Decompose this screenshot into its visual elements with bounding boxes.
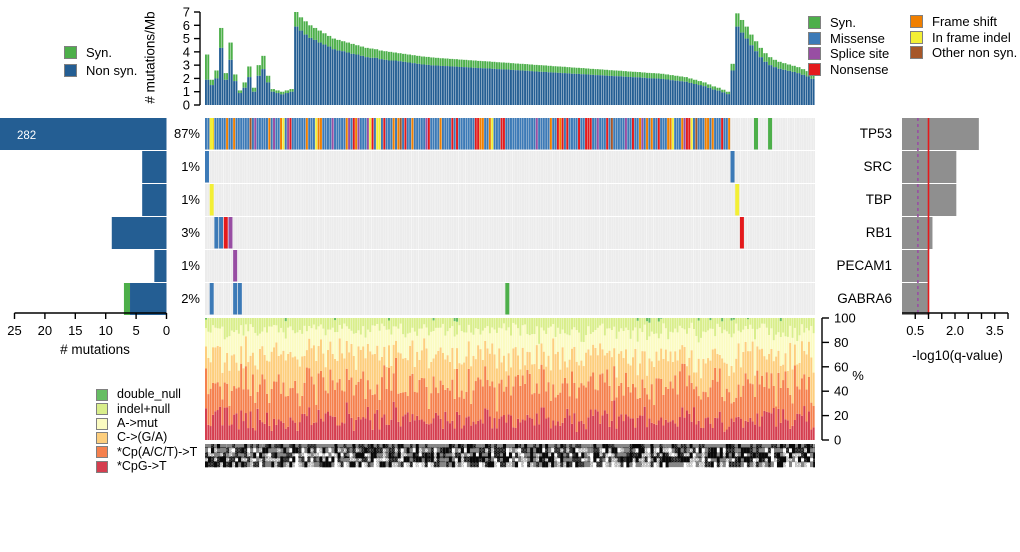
svg-text:2.0: 2.0 <box>946 323 964 338</box>
legend-item: In frame indel <box>910 29 1011 43</box>
svg-text:80: 80 <box>834 335 848 350</box>
legend-item: Syn. <box>808 14 856 28</box>
legend-swatch-inframe <box>910 31 923 44</box>
percent-axis-label: % <box>848 368 868 383</box>
legend-label: Missense <box>830 32 885 45</box>
legend-item: C->(G/A) <box>96 429 167 443</box>
svg-text:282: 282 <box>17 130 36 142</box>
svg-text:20: 20 <box>834 408 848 423</box>
legend-item: Nonsense <box>808 61 889 75</box>
legend-swatch-other <box>910 46 923 59</box>
svg-text:60: 60 <box>834 359 848 374</box>
svg-text:4: 4 <box>183 44 190 59</box>
mutation-count-chart: 282 <box>0 118 205 318</box>
legend-label: *Cp(A/C/T)->T <box>117 446 197 459</box>
legend-item: *CpG->T <box>96 458 167 472</box>
mutsig-comut-figure: 01234567 # mutations/Mb Syn.Non syn. Syn… <box>0 0 1020 552</box>
oncoprint-matrix-cells <box>205 118 815 316</box>
legend-label: Splice site <box>830 47 889 60</box>
legend-label: *CpG->T <box>117 460 167 473</box>
legend-swatch-*CpG->T <box>96 461 108 473</box>
signature-chart <box>205 318 815 440</box>
svg-text:1: 1 <box>183 84 190 99</box>
legend-swatch-splice <box>808 47 821 60</box>
gene-label-RB1: RB1 <box>828 225 892 240</box>
legend-swatch-double_null <box>96 389 108 401</box>
legend-swatch-A->mut <box>96 418 108 430</box>
legend-item: Other non syn. <box>910 44 1017 58</box>
legend-swatch-syn <box>64 46 77 59</box>
legend-label: Nonsense <box>830 63 889 76</box>
legend-label: C->(G/A) <box>117 431 167 444</box>
svg-text:25: 25 <box>7 323 21 338</box>
svg-text:3.5: 3.5 <box>986 323 1004 338</box>
svg-text:15: 15 <box>68 323 82 338</box>
legend-label: Syn. <box>830 16 856 29</box>
legend-item: A->mut <box>96 415 158 429</box>
mutation-rate-y-axis: 01234567 <box>150 5 206 115</box>
legend-swatch-nonsense <box>808 63 821 76</box>
legend-label: Non syn. <box>86 64 137 77</box>
legend-label: A->mut <box>117 417 158 430</box>
mutation-rate-y-axis-label: # mutations/Mb <box>143 2 158 114</box>
legend-label: Frame shift <box>932 15 997 28</box>
svg-text:100: 100 <box>834 311 856 326</box>
legend-label: double_null <box>117 388 181 401</box>
sample-name-strip: ▒▒▓▒█▒▒▒▒▓▒▒▒█▒▓▒▓▒▒▓█▒▓▓█▒▒▓█▒▓▒▒▓▓▓▒▒▒… <box>205 444 815 469</box>
gene-label-SRC: SRC <box>828 159 892 174</box>
gene-label-GABRA6: GABRA6 <box>828 291 892 306</box>
svg-text:0: 0 <box>163 323 170 338</box>
svg-text:0: 0 <box>834 433 841 448</box>
svg-text:40: 40 <box>834 384 848 399</box>
svg-text:7: 7 <box>183 5 190 20</box>
legend-swatch-indel+null <box>96 403 108 415</box>
legend-item: *Cp(A/C/T)->T <box>96 444 197 458</box>
legend-swatch-*Cp(A/C/T)->T <box>96 446 108 458</box>
svg-text:0: 0 <box>183 98 190 113</box>
legend-label: indel+null <box>117 403 170 416</box>
svg-text:5: 5 <box>183 31 190 46</box>
gene-label-TP53: TP53 <box>828 126 892 141</box>
legend-swatch-syn <box>808 16 821 29</box>
legend-item: Frame shift <box>910 13 997 27</box>
legend-swatch-frameshift <box>910 15 923 28</box>
gene-label-PECAM1: PECAM1 <box>828 258 892 273</box>
legend-item: Splice site <box>808 45 889 59</box>
legend-label: Syn. <box>86 46 112 59</box>
legend-label: In frame indel <box>932 31 1011 44</box>
svg-text:3: 3 <box>183 58 190 73</box>
legend-item: double_null <box>96 386 181 400</box>
mutation-rate-chart <box>205 8 815 105</box>
gene-label-TBP: TBP <box>828 192 892 207</box>
legend-swatch-missense <box>808 32 821 45</box>
legend-label: Other non syn. <box>932 46 1017 59</box>
svg-text:5: 5 <box>132 323 139 338</box>
legend-item: indel+null <box>96 400 170 414</box>
legend-item: Syn. <box>64 44 112 58</box>
legend-swatch-C->(G/A) <box>96 432 108 444</box>
svg-text:6: 6 <box>183 18 190 33</box>
legend-item: Missense <box>808 30 885 44</box>
svg-text:20: 20 <box>38 323 52 338</box>
mutation-count-axis-label: # mutations <box>20 342 170 357</box>
legend-item: Non syn. <box>64 62 137 76</box>
qvalue-chart <box>895 118 1020 316</box>
svg-text:2: 2 <box>183 71 190 86</box>
svg-text:10: 10 <box>98 323 112 338</box>
legend-swatch-nonsyn <box>64 64 77 77</box>
